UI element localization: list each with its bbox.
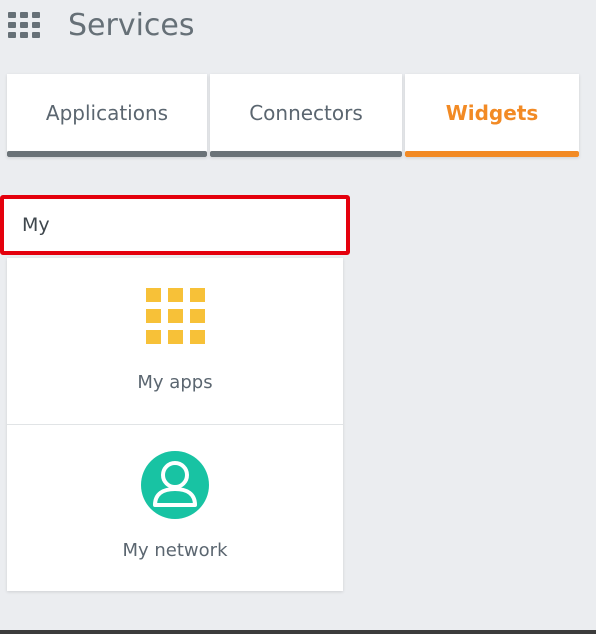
page-title: Services <box>68 8 195 43</box>
search-input[interactable] <box>10 205 340 245</box>
result-my-apps-label: My apps <box>137 372 213 393</box>
tab-applications-underline <box>7 151 207 157</box>
bottom-divider <box>0 630 596 634</box>
apps-grid-icon <box>146 288 205 344</box>
result-my-network[interactable]: My network <box>7 425 343 591</box>
tab-widgets[interactable]: Widgets <box>405 74 579 157</box>
tab-applications-label: Applications <box>45 101 169 125</box>
app-launcher-grid-icon[interactable] <box>8 12 40 38</box>
search-field-highlight <box>0 195 350 255</box>
tab-connectors[interactable]: Connectors <box>210 74 402 157</box>
widget-results-list: My apps My network <box>7 258 343 591</box>
tab-connectors-underline <box>210 151 402 157</box>
tab-widgets-underline <box>405 151 579 157</box>
tab-applications[interactable]: Applications <box>7 74 207 157</box>
tab-widgets-label: Widgets <box>445 101 539 125</box>
result-my-network-label: My network <box>122 540 228 561</box>
result-my-apps[interactable]: My apps <box>7 258 343 425</box>
tab-connectors-label: Connectors <box>249 101 363 125</box>
user-avatar-icon <box>141 451 209 519</box>
